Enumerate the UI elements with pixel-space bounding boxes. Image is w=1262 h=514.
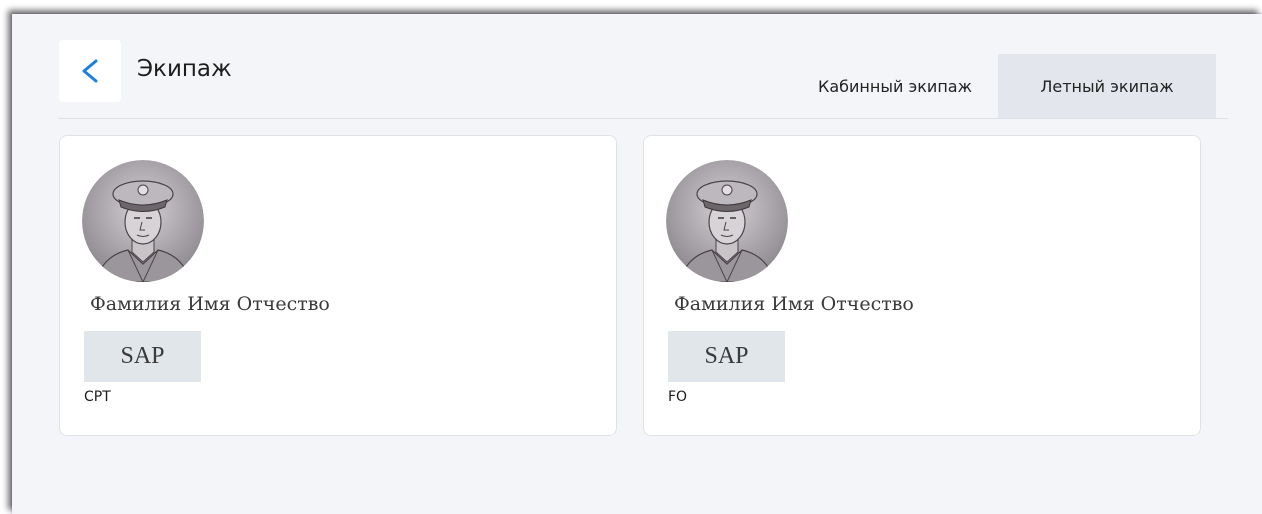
tab-cabin-crew[interactable]: Кабинный экипаж	[782, 54, 998, 118]
page-title: Экипаж	[137, 56, 232, 82]
pilot-avatar-icon	[82, 160, 204, 282]
chevron-left-icon	[82, 59, 98, 83]
crew-member-card[interactable]: Фамилия Имя Отчество SAP FO	[643, 135, 1201, 436]
pilot-avatar-icon	[666, 160, 788, 282]
crew-member-name: Фамилия Имя Отчество	[90, 293, 330, 315]
crew-member-name: Фамилия Имя Отчество	[674, 293, 914, 315]
crew-member-card[interactable]: Фамилия Имя Отчество SAP CPT	[59, 135, 617, 436]
tab-label: Летный экипаж	[1040, 76, 1174, 96]
back-button[interactable]	[59, 40, 121, 102]
tab-label: Кабинный экипаж	[818, 76, 972, 96]
tab-flight-crew[interactable]: Летный экипаж	[998, 54, 1216, 118]
crew-role: FO	[668, 389, 688, 405]
crew-badge: SAP	[668, 331, 785, 382]
crew-screen: Экипаж Кабинный экипаж Летный экипаж Фам…	[12, 14, 1262, 514]
crew-badge: SAP	[84, 331, 201, 382]
crew-tabs: Кабинный экипаж Летный экипаж	[782, 54, 1216, 118]
crew-role: CPT	[84, 389, 111, 405]
header-divider	[58, 118, 1228, 119]
